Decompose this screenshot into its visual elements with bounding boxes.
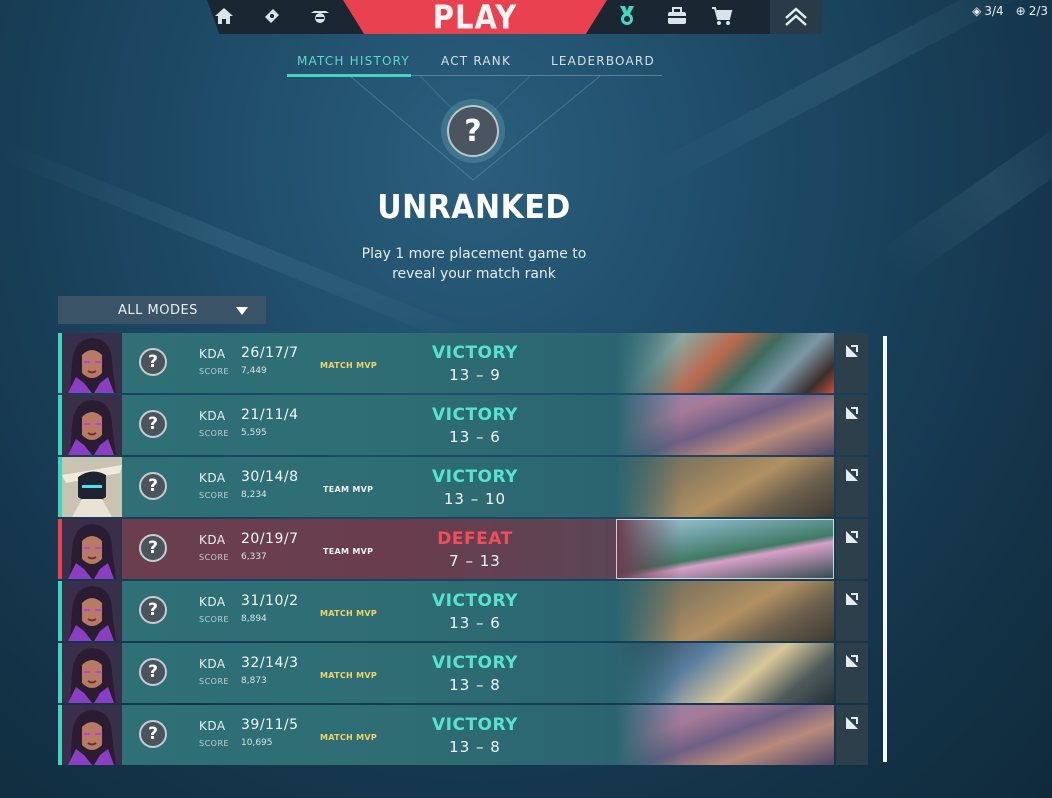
map-thumbnail <box>616 457 834 517</box>
mvp-badge: TEAM MVP <box>323 485 374 494</box>
kda-value: 31/10/2 <box>241 593 299 609</box>
agent-portrait-reyna <box>62 643 122 703</box>
kda-label: KDA <box>199 657 226 671</box>
agent-portrait-reyna <box>62 519 122 579</box>
kda-label: KDA <box>199 719 226 733</box>
expand-icon <box>846 655 858 667</box>
match-score: 13 – 6 <box>449 428 501 446</box>
agent-portrait-reyna <box>62 395 122 455</box>
kda-value: 21/11/4 <box>241 407 299 423</box>
score-value: 8,873 <box>241 676 267 686</box>
expand-icon <box>846 345 858 357</box>
match-score: 13 – 8 <box>449 738 501 756</box>
score-label: SCORE <box>199 739 230 748</box>
score-label: SCORE <box>199 553 230 562</box>
match-score: 13 – 8 <box>449 676 501 694</box>
match-result: VICTORY <box>432 343 518 363</box>
mode-filter-label: ALL MODES <box>118 302 198 318</box>
scrollbar[interactable] <box>883 336 887 762</box>
kda-label: KDA <box>199 347 226 361</box>
mvp-badge: TEAM MVP <box>323 547 374 556</box>
unranked-icon: ? <box>447 105 499 157</box>
expand-match-button[interactable] <box>836 333 868 393</box>
expand-match-button[interactable] <box>836 457 868 517</box>
match-result: DEFEAT <box>437 529 513 549</box>
match-result: VICTORY <box>432 653 518 673</box>
match-rank-icon: ? <box>139 410 167 438</box>
score-label: SCORE <box>199 677 230 686</box>
mvp-badge: MATCH MVP <box>320 733 378 742</box>
agent-portrait-reyna <box>62 581 122 641</box>
score-value: 7,449 <box>241 366 267 376</box>
expand-match-button[interactable] <box>836 395 868 455</box>
score-value: 8,894 <box>241 614 267 624</box>
score-value: 10,695 <box>241 738 273 748</box>
mvp-badge: MATCH MVP <box>320 609 378 618</box>
match-rank-icon: ? <box>139 596 167 624</box>
kda-value: 30/14/8 <box>241 469 299 485</box>
match-row[interactable]: ? KDA 30/14/8 SCORE 8,234 TEAM MVP VICTO… <box>58 457 868 517</box>
rank-badge: ? <box>441 99 505 163</box>
match-rank-icon: ? <box>139 720 167 748</box>
match-row[interactable]: ? KDA 21/11/4 SCORE 5,595 VICTORY 13 – 6 <box>58 395 868 455</box>
match-row[interactable]: ? KDA 31/10/2 SCORE 8,894 MATCH MVP VICT… <box>58 581 868 641</box>
kda-value: 32/14/3 <box>241 655 299 671</box>
agent-portrait-reyna <box>62 705 122 765</box>
kda-value: 39/11/5 <box>241 717 299 733</box>
expand-match-button[interactable] <box>836 519 868 579</box>
kda-value: 26/17/7 <box>241 345 299 361</box>
kda-label: KDA <box>199 595 226 609</box>
match-row[interactable]: ? KDA 32/14/3 SCORE 8,873 MATCH MVP VICT… <box>58 643 868 703</box>
rank-title: UNRANKED <box>377 188 571 227</box>
map-thumbnail <box>616 395 834 455</box>
match-row[interactable]: ? KDA 20/19/7 SCORE 6,337 TEAM MVP DEFEA… <box>58 519 868 579</box>
match-score: 13 – 10 <box>443 490 507 508</box>
agent-portrait-reyna <box>62 333 122 393</box>
score-label: SCORE <box>199 491 230 500</box>
match-score: 13 – 9 <box>449 366 501 384</box>
mvp-badge: MATCH MVP <box>320 671 378 680</box>
match-result: VICTORY <box>432 715 518 735</box>
score-value: 6,337 <box>241 552 267 562</box>
expand-match-button[interactable] <box>836 705 868 765</box>
match-rank-icon: ? <box>139 472 167 500</box>
mvp-badge: MATCH MVP <box>320 361 378 370</box>
chevron-down-icon <box>236 307 248 315</box>
match-result: VICTORY <box>432 591 518 611</box>
map-thumbnail <box>616 643 834 703</box>
score-value: 5,595 <box>241 428 267 438</box>
expand-icon <box>846 469 858 481</box>
match-score: 7 – 13 <box>449 552 501 570</box>
match-result: VICTORY <box>432 405 518 425</box>
score-label: SCORE <box>199 367 230 376</box>
kda-label: KDA <box>199 471 226 485</box>
score-label: SCORE <box>199 429 230 438</box>
match-row[interactable]: ? KDA 26/17/7 SCORE 7,449 MATCH MVP VICT… <box>58 333 868 393</box>
score-label: SCORE <box>199 615 230 624</box>
kda-label: KDA <box>199 533 226 547</box>
kda-label: KDA <box>199 409 226 423</box>
mode-filter-dropdown[interactable]: ALL MODES <box>58 296 266 324</box>
map-thumbnail <box>616 333 834 393</box>
match-history-list: ? KDA 26/17/7 SCORE 7,449 MATCH MVP VICT… <box>58 333 868 767</box>
match-row[interactable]: ? KDA 39/11/5 SCORE 10,695 MATCH MVP VIC… <box>58 705 868 765</box>
kda-value: 20/19/7 <box>241 531 299 547</box>
match-result: VICTORY <box>432 467 518 487</box>
match-rank-icon: ? <box>139 348 167 376</box>
map-thumbnail <box>616 581 834 641</box>
expand-match-button[interactable] <box>836 581 868 641</box>
score-value: 8,234 <box>241 490 267 500</box>
rank-subtitle: Play 1 more placement game to reveal you… <box>361 246 587 282</box>
match-rank-icon: ? <box>139 534 167 562</box>
agent-portrait-cypher <box>62 457 122 517</box>
expand-icon <box>846 407 858 419</box>
map-thumbnail <box>616 705 834 765</box>
match-score: 13 – 6 <box>449 614 501 632</box>
expand-match-button[interactable] <box>836 643 868 703</box>
expand-icon <box>846 531 858 543</box>
map-thumbnail <box>616 519 834 579</box>
expand-icon <box>846 593 858 605</box>
expand-icon <box>846 717 858 729</box>
match-rank-icon: ? <box>139 658 167 686</box>
